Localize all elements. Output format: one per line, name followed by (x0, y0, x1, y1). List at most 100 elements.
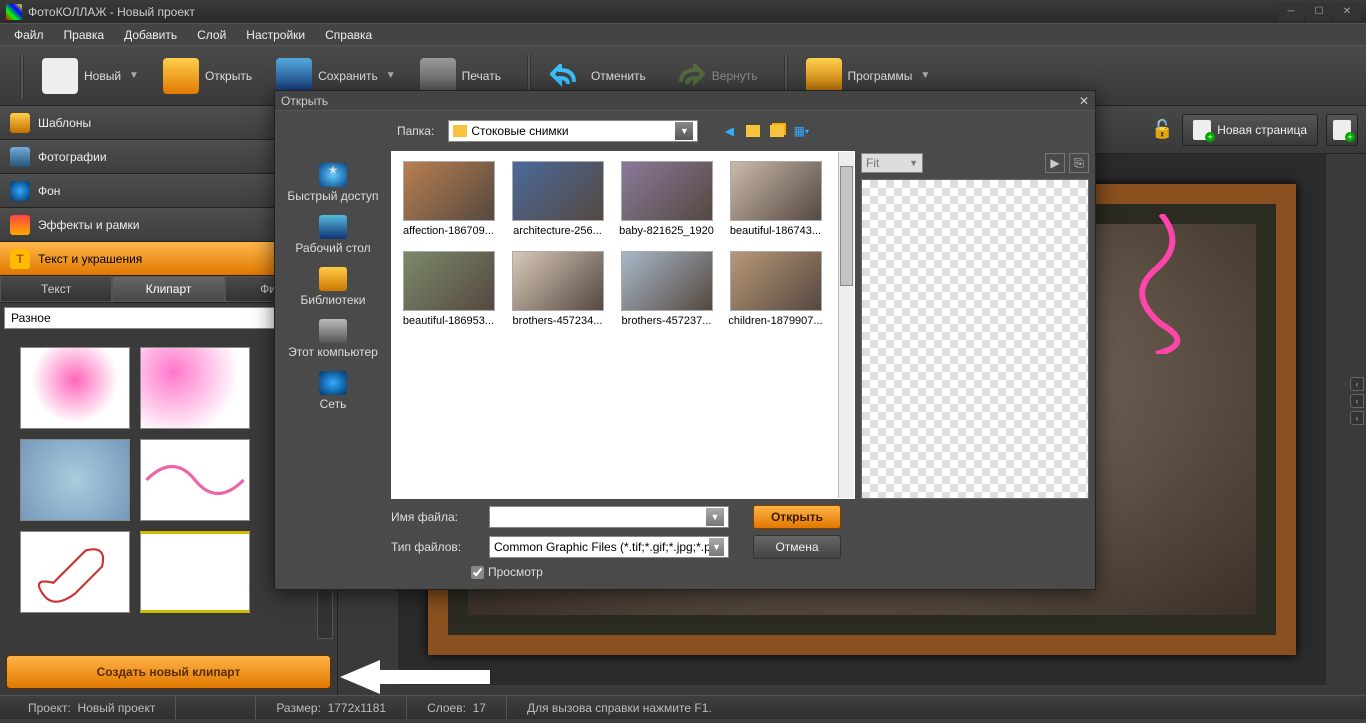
page-plus-icon (1193, 120, 1211, 140)
app-title: ФотоКОЛЛАЖ - Новый проект (28, 5, 195, 19)
filelist-scrollbar[interactable] (838, 152, 854, 498)
filetype-label: Тип файлов: (391, 540, 481, 554)
file-name: beautiful-186953... (401, 315, 496, 327)
file-item[interactable]: beautiful-186743... (728, 161, 823, 237)
clipart-item[interactable] (20, 439, 130, 521)
page-gear-icon (1333, 120, 1351, 140)
menu-file[interactable]: Файл (4, 26, 54, 44)
file-list: affection-186709... architecture-256... ba… (391, 151, 855, 499)
menu-layer[interactable]: Слой (187, 26, 236, 44)
new-button[interactable]: Новый ▼ (34, 54, 147, 98)
subtab-text[interactable]: Текст (0, 276, 112, 302)
folder-label: Папка: (397, 124, 434, 138)
print-icon (420, 58, 456, 94)
subtab-clipart[interactable]: Клипарт (112, 276, 224, 302)
file-item[interactable]: baby-821625_1920 (619, 161, 714, 237)
file-thumbnail (512, 251, 604, 311)
clipart-item[interactable] (140, 439, 250, 521)
preview-tool-1-icon[interactable]: ▶ (1045, 153, 1065, 173)
box-icon (806, 58, 842, 94)
redo-icon (670, 58, 706, 94)
file-name: architecture-256... (510, 225, 605, 237)
clipart-item[interactable] (20, 347, 130, 429)
file-item[interactable]: children-1879907... (728, 251, 823, 327)
dialog-title: Открыть (281, 94, 328, 108)
open-button[interactable]: Открыть (155, 54, 260, 98)
menu-edit[interactable]: Правка (54, 26, 115, 44)
menu-help[interactable]: Справка (315, 26, 382, 44)
filename-label: Имя файла: (391, 510, 481, 524)
nav-view-icon[interactable]: ▦▾ (792, 122, 810, 140)
photo-icon (10, 147, 30, 167)
status-size: Размер: 1772x1181 (256, 696, 407, 719)
open-dialog: Открыть ✕ Папка: Стоковые снимки ▼ ◀ ▦▾ … (274, 90, 1096, 590)
file-item[interactable]: beautiful-186953... (401, 251, 496, 327)
filename-input[interactable]: ▼ (489, 506, 729, 528)
file-item[interactable]: architecture-256... (510, 161, 605, 237)
desktop-icon (319, 215, 347, 239)
filetype-dropdown[interactable]: Common Graphic Files (*.tif;*.gif;*.jpg;… (489, 536, 729, 558)
fit-dropdown[interactable]: Fit▼ (861, 153, 923, 173)
new-file-icon (42, 58, 78, 94)
folder-dropdown[interactable]: Стоковые снимки ▼ (448, 120, 698, 142)
page-settings-button[interactable] (1326, 114, 1358, 146)
dialog-open-button[interactable]: Открыть (753, 505, 841, 529)
clipart-item[interactable] (140, 347, 250, 429)
clipart-item[interactable] (140, 531, 250, 613)
chevron-down-icon: ▼ (129, 70, 139, 81)
place-desktop[interactable]: Рабочий стол (291, 211, 374, 259)
folder-icon (453, 125, 467, 137)
menu-settings[interactable]: Настройки (236, 26, 315, 44)
titlebar: ФотоКОЛЛАЖ - Новый проект ─ ☐ ✕ (0, 0, 1366, 24)
close-button[interactable]: ✕ (1334, 3, 1360, 21)
place-quickaccess[interactable]: ★Быстрый доступ (283, 159, 382, 207)
file-item[interactable]: brothers-457237... (619, 251, 714, 327)
preview-checkbox[interactable] (471, 566, 484, 579)
maximize-button[interactable]: ☐ (1306, 3, 1332, 21)
palette-icon (10, 215, 30, 235)
save-icon (276, 58, 312, 94)
file-thumbnail (730, 251, 822, 311)
dialog-close-button[interactable]: ✕ (1079, 94, 1089, 108)
status-layers: Слоев: 17 (407, 696, 507, 719)
lock-icon[interactable]: 🔓 (1150, 118, 1174, 142)
undo-icon (549, 58, 585, 94)
places-sidebar: ★Быстрый доступ Рабочий стол Библиотеки … (275, 151, 391, 499)
file-thumbnail (621, 251, 713, 311)
right-collapse-handles[interactable]: ‹‹‹ (1350, 377, 1364, 425)
file-name: baby-821625_1920 (619, 225, 714, 237)
nav-newfolder-icon[interactable] (768, 122, 786, 140)
libraries-icon (319, 267, 347, 291)
globe-icon (10, 181, 30, 201)
create-clipart-button[interactable]: Создать новый клипарт (6, 655, 331, 689)
menu-add[interactable]: Добавить (114, 26, 187, 44)
file-thumbnail (730, 161, 822, 221)
preview-canvas (861, 179, 1089, 499)
minimize-button[interactable]: ─ (1278, 3, 1304, 21)
status-help: Для вызова справки нажмите F1. (507, 696, 732, 719)
place-network[interactable]: Сеть (315, 367, 351, 415)
text-icon: T (10, 249, 30, 269)
place-computer[interactable]: Этот компьютер (284, 315, 382, 363)
star-icon (10, 113, 30, 133)
preview-checkbox-label: Просмотр (488, 565, 543, 579)
file-name: affection-186709... (401, 225, 496, 237)
preview-tool-2-icon[interactable]: ⎘ (1069, 153, 1089, 173)
file-item[interactable]: brothers-457234... (510, 251, 605, 327)
statusbar: Проект: Новый проект Размер: 1772x1181 С… (0, 695, 1366, 719)
dialog-cancel-button[interactable]: Отмена (753, 535, 841, 559)
place-libraries[interactable]: Библиотеки (296, 263, 369, 311)
chevron-down-icon: ▼ (920, 70, 930, 81)
file-name: brothers-457237... (619, 315, 714, 327)
star-icon: ★ (319, 163, 347, 187)
menubar: Файл Правка Добавить Слой Настройки Спра… (0, 24, 1366, 46)
nav-back-icon[interactable]: ◀ (720, 122, 738, 140)
file-name: children-1879907... (728, 315, 823, 327)
status-project: Проект: Новый проект (8, 696, 176, 719)
file-item[interactable]: affection-186709... (401, 161, 496, 237)
file-thumbnail (512, 161, 604, 221)
new-page-button[interactable]: Новая страница (1182, 114, 1318, 146)
file-thumbnail (403, 251, 495, 311)
nav-up-icon[interactable] (744, 122, 762, 140)
clipart-item[interactable] (20, 531, 130, 613)
